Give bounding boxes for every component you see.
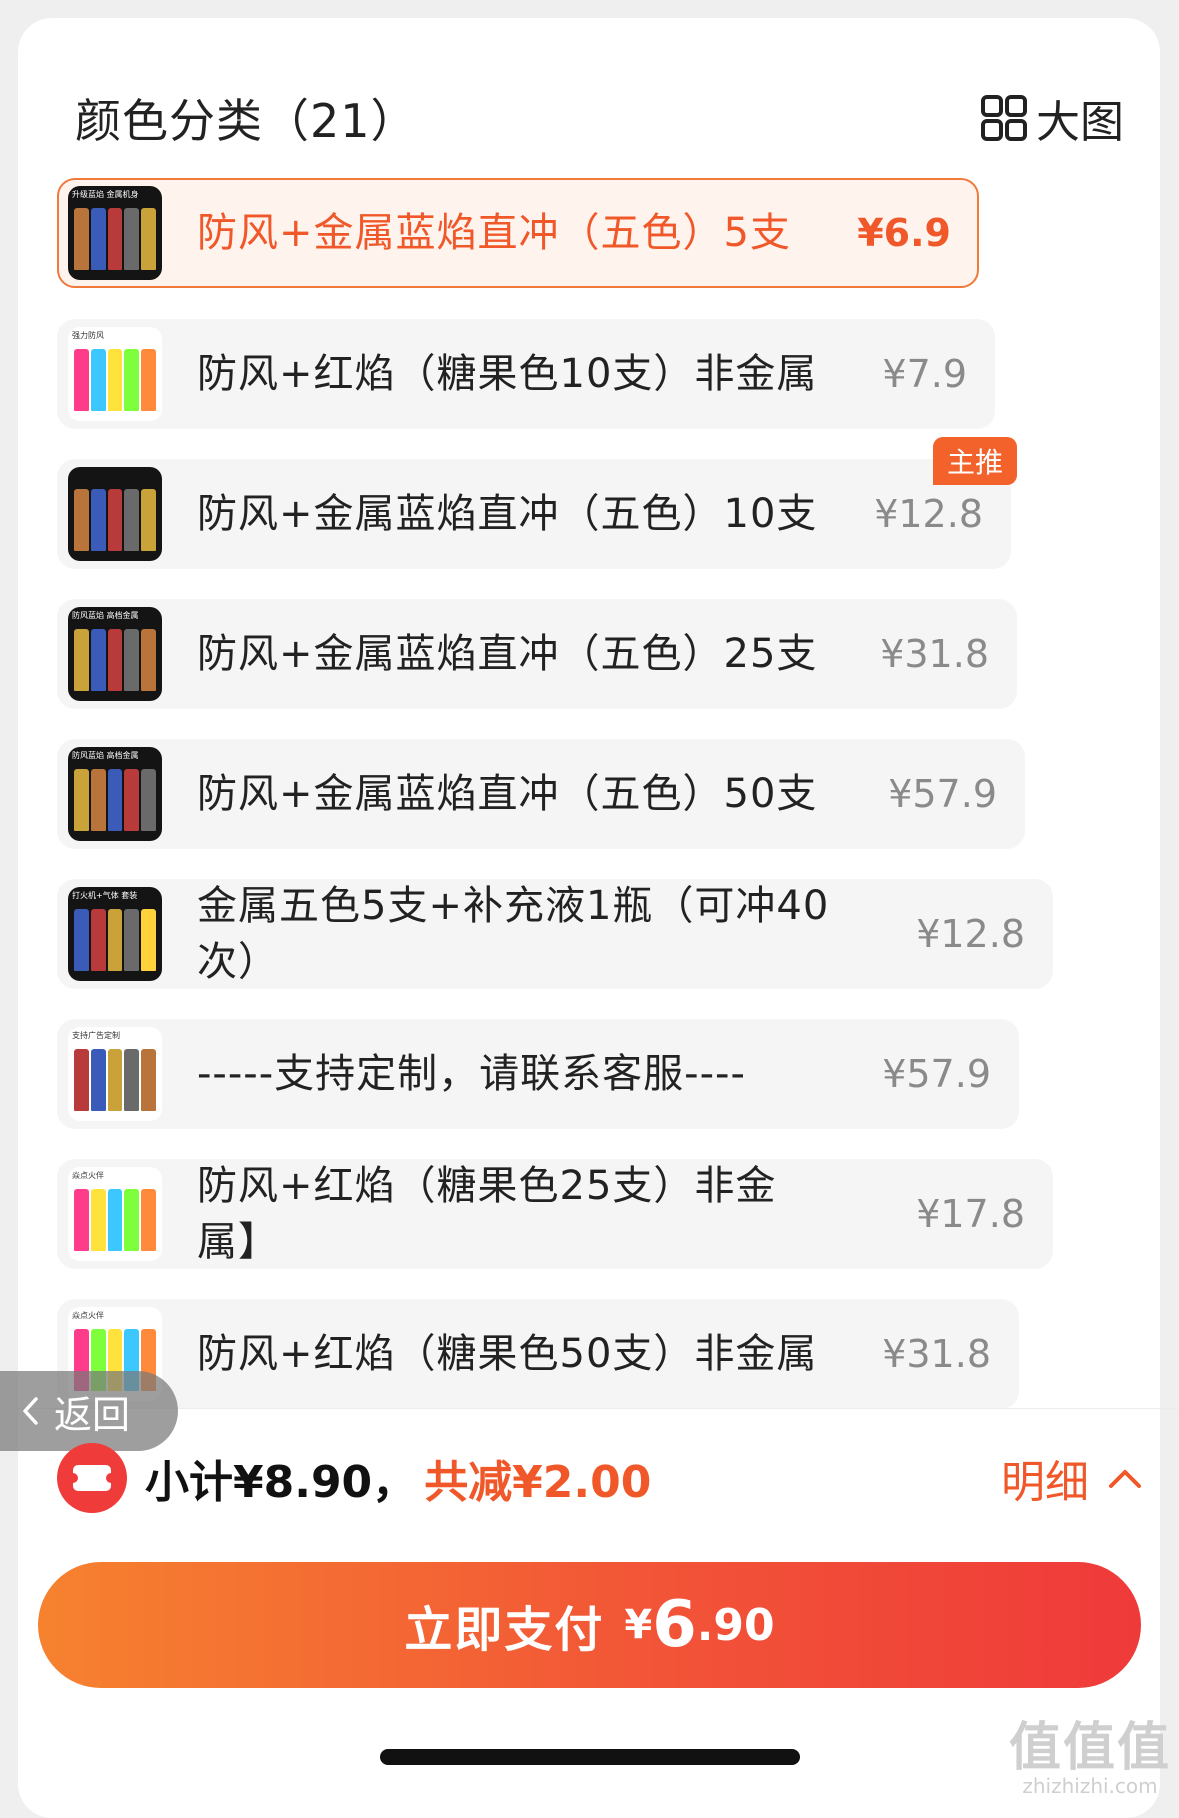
sku-option-5[interactable]: 防风蓝焰 高档金属 防风+金属蓝焰直冲（五色）50支 ¥57.9: [57, 739, 1025, 849]
thumbnail-tag: 焱点火伴: [72, 1171, 104, 1180]
sku-name: 防风+金属蓝焰直冲（五色）50支: [197, 771, 818, 817]
big-view-label: 大图: [1036, 97, 1124, 148]
pay-now-label: 立即支付: [404, 1602, 605, 1658]
sku-name: 防风+金属蓝焰直冲（五色）25支: [197, 631, 818, 677]
sku-name: 防风+红焰（糖果色10支）非金属: [197, 351, 818, 397]
sku-thumbnail: 焱点火伴: [68, 1167, 162, 1261]
chevron-up-icon: [1109, 1470, 1141, 1488]
pay-amount-decimal: .90: [696, 1599, 775, 1651]
thumbnail-tag: 升级蓝焰 金属机身: [72, 190, 139, 199]
sku-price: ¥57.9: [888, 772, 997, 816]
sku-option-4[interactable]: 防风蓝焰 高档金属 防风+金属蓝焰直冲（五色）25支 ¥31.8: [57, 599, 1017, 709]
home-indicator: [380, 1749, 800, 1765]
sku-price: ¥17.8: [916, 1192, 1025, 1236]
sku-price: ¥31.8: [882, 1332, 991, 1376]
chevron-left-icon: [23, 1397, 38, 1425]
sku-price: ¥57.9: [882, 1052, 991, 1096]
watermark-url: zhizhizhi.com: [1022, 1774, 1158, 1798]
thumbnail-tag: 焱点火伴: [72, 1311, 104, 1320]
thumbnail-tag: 强力防风: [72, 331, 104, 340]
sku-option-9[interactable]: 焱点火伴 防风+红焰（糖果色50支）非金属 ¥31.8: [57, 1299, 1019, 1409]
discount-text: 共减¥2.00: [424, 1457, 652, 1508]
pay-now-button[interactable]: 立即支付 ¥ 6 .90: [38, 1562, 1141, 1688]
sku-price: ¥31.8: [880, 632, 989, 676]
sku-thumbnail: 防风蓝焰 高档金属: [68, 747, 162, 841]
sku-name: 防风+红焰（糖果色25支）非金属】: [197, 1163, 777, 1265]
pay-amount-integer: 6: [652, 1588, 697, 1662]
thumbnail-tag: 防风蓝焰 高档金属: [72, 751, 139, 760]
pay-currency: ¥: [624, 1602, 653, 1648]
sku-price: ¥7.9: [882, 352, 967, 396]
sku-thumbnail: 支持广告定制: [68, 1027, 162, 1121]
sku-option-3[interactable]: 防风+金属蓝焰直冲（五色）10支 ¥12.8 主推: [57, 437, 1017, 569]
sku-thumbnail: [68, 467, 162, 561]
recommended-badge: 主推: [932, 437, 1017, 485]
watermark-logo: 值值值: [1008, 1718, 1171, 1778]
color-category-title: 颜色分类（21）: [75, 94, 418, 148]
thumbnail-tag: 支持广告定制: [72, 1031, 120, 1040]
sku-option-1[interactable]: 升级蓝焰 金属机身 防风+金属蓝焰直冲（五色）5支 ¥6.9: [57, 178, 979, 288]
sku-option-8[interactable]: 焱点火伴 防风+红焰（糖果色25支）非金属】 ¥17.8: [57, 1159, 1053, 1269]
sku-price: ¥12.8: [916, 912, 1025, 956]
sku-price: ¥12.8: [874, 492, 983, 536]
sheet-header: 颜色分类（21） 大图: [75, 78, 1124, 158]
detail-label: 明细: [1001, 1457, 1089, 1508]
thumbnail-tag: 防风蓝焰 高档金属: [72, 611, 139, 620]
thumbnail-tag: 打火机+气体 套装: [72, 891, 138, 900]
sku-price: ¥6.9: [857, 211, 951, 255]
big-view-toggle[interactable]: 大图: [980, 86, 1124, 150]
sku-option-2[interactable]: 强力防风 防风+红焰（糖果色10支）非金属 ¥7.9: [57, 319, 995, 429]
sku-thumbnail: 强力防风: [68, 327, 162, 421]
sku-name: 防风+金属蓝焰直冲（五色）5支: [197, 210, 791, 256]
grid-view-icon: [981, 95, 1027, 141]
price-summary: 小计¥8.90， 共减¥2.00 明细: [57, 1443, 1143, 1513]
detail-toggle[interactable]: 明细: [1001, 1446, 1143, 1510]
sku-name: -----支持定制，请联系客服----: [197, 1051, 746, 1097]
sku-thumbnail: 升级蓝焰 金属机身: [68, 186, 162, 280]
back-button[interactable]: 返回: [0, 1371, 178, 1451]
sku-name: 防风+红焰（糖果色50支）非金属: [197, 1331, 818, 1377]
sku-thumbnail: 打火机+气体 套装: [68, 887, 162, 981]
sku-thumbnail: 防风蓝焰 高档金属: [68, 607, 162, 701]
watermark: 值值值 zhizhizhi.com: [1009, 1705, 1171, 1798]
back-label: 返回: [54, 1392, 131, 1437]
sku-name: 防风+金属蓝焰直冲（五色）10支: [197, 491, 818, 537]
sku-option-6[interactable]: 打火机+气体 套装 金属五色5支+补充液1瓶（可冲40次） ¥12.8: [57, 879, 1053, 989]
sku-option-7[interactable]: 支持广告定制 -----支持定制，请联系客服---- ¥57.9: [57, 1019, 1019, 1129]
subtotal-text: 小计¥8.90，: [145, 1457, 417, 1508]
sku-name: 金属五色5支+补充液1瓶（可冲40次）: [197, 883, 830, 985]
coupon-icon: [57, 1443, 127, 1513]
